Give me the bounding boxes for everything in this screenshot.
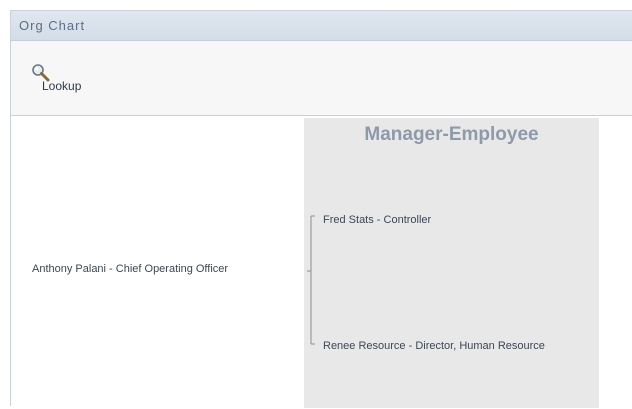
employee-node[interactable]: Fred Stats - Controller	[323, 214, 431, 226]
employee-node[interactable]: Renee Resource - Director, Human Resourc…	[323, 340, 545, 352]
lookup-label: Lookup	[42, 79, 82, 93]
page-title: Org Chart	[19, 18, 86, 33]
toolbar: Lookup	[11, 41, 632, 116]
org-chart-area: Manager-Employee Anthony Palani - Chief …	[11, 116, 632, 408]
title-bar: Org Chart	[11, 11, 632, 41]
lookup-button[interactable]: Lookup	[31, 63, 121, 95]
org-connector	[307, 215, 315, 345]
org-chart-window: Org Chart Lookup Manager-Employee Anthon…	[10, 10, 632, 408]
